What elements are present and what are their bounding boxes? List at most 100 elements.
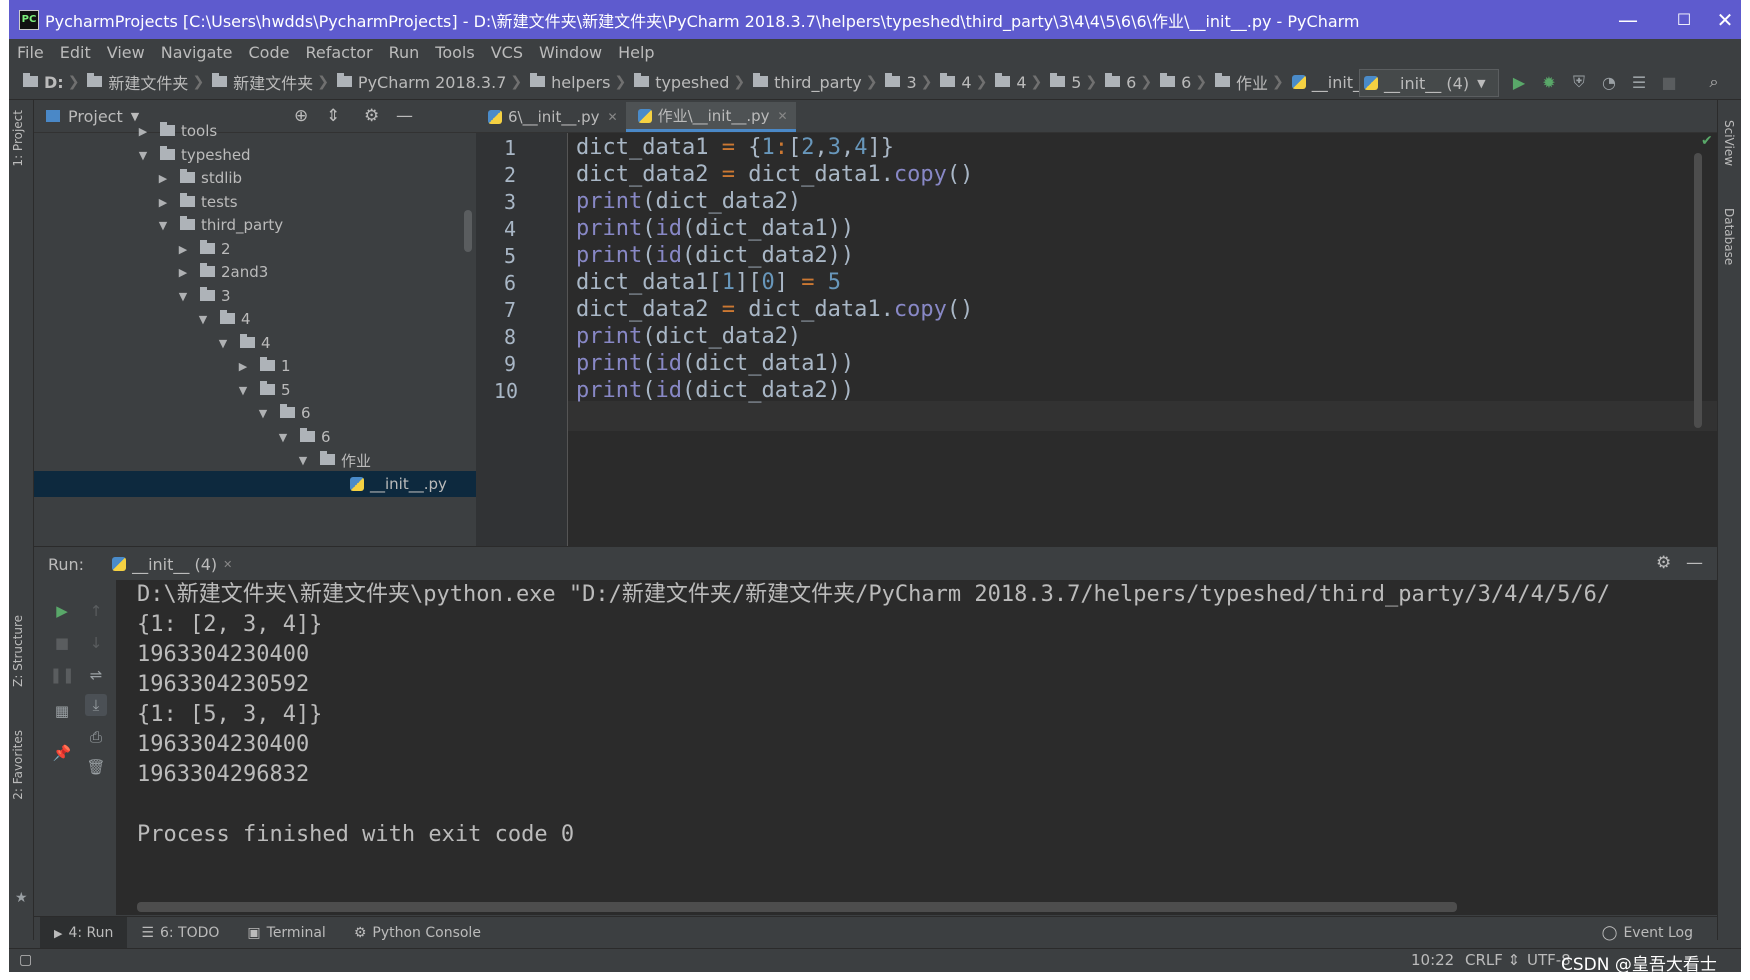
concurrency-icon[interactable]: ☰: [1629, 72, 1649, 92]
tree-item[interactable]: ▼ 作业: [296, 447, 371, 473]
up-arrow-icon[interactable]: ↑: [85, 600, 107, 622]
favorites-tool-tab[interactable]: 2: Favorites: [11, 730, 25, 800]
breadcrumb-item[interactable]: 新建文件夹: [208, 70, 313, 94]
run-console[interactable]: D:\新建文件夹\新建文件夹\python.exe "D:/新建文件夹/新建文件…: [117, 580, 1717, 915]
breadcrumb-item[interactable]: typeshed: [630, 72, 729, 92]
close-tab-icon[interactable]: ✕: [778, 109, 788, 123]
debug-icon[interactable]: ✹: [1539, 72, 1559, 92]
gear-icon[interactable]: ⚙: [364, 106, 379, 126]
breadcrumb-item[interactable]: helpers: [526, 72, 610, 92]
project-view-icon: [46, 110, 60, 122]
tree-item[interactable]: ▼ third_party: [156, 212, 283, 238]
breadcrumb-item[interactable]: D:: [19, 72, 64, 92]
project-tool-tab[interactable]: 1: Project: [11, 110, 25, 167]
gear-icon[interactable]: ⚙: [1656, 553, 1671, 573]
scroll-to-end-icon[interactable]: ⤓: [85, 694, 107, 716]
pause-icon[interactable]: ❚❚: [49, 664, 74, 686]
menu-refactor[interactable]: Refactor: [297, 43, 380, 62]
close-button[interactable]: ✕: [1709, 0, 1741, 39]
python-file-icon: [637, 108, 652, 123]
soft-wrap-icon[interactable]: ⇌: [85, 664, 107, 686]
collapse-arrow-icon: ▼: [218, 336, 228, 350]
down-arrow-icon[interactable]: ↓: [85, 632, 107, 654]
close-tab-icon[interactable]: ✕: [223, 558, 232, 571]
breadcrumb-item[interactable]: PyCharm 2018.3.7: [333, 72, 506, 92]
menu-help[interactable]: Help: [610, 43, 662, 62]
run-icon[interactable]: ▶: [1509, 72, 1529, 92]
project-scrollbar[interactable]: [464, 210, 472, 252]
search-icon[interactable]: ⌕: [1704, 72, 1724, 92]
run-toolbar: ▶ ↑ ■ ↓ ❚❚ ⇌ ⤓ ▦ ⎙ 📌 🗑: [34, 580, 117, 915]
collapse-all-icon[interactable]: ⇕: [326, 106, 340, 126]
tree-item-selected[interactable]: __init__.py: [34, 471, 476, 497]
tool-tab-run[interactable]: ▶ 4: Run: [40, 917, 128, 949]
line-number: 7: [503, 298, 516, 322]
rerun-icon[interactable]: ▶: [51, 600, 73, 622]
run-config-label: __init__ (4): [1384, 73, 1470, 93]
tool-tab-terminal[interactable]: ▣ Terminal: [233, 917, 339, 949]
code-editor[interactable]: 1 2 3 4 5 6 7 8 9 10 dict_data1 = {1:[2,…: [476, 133, 1717, 546]
line-number: 3: [503, 190, 516, 214]
menu-file[interactable]: File: [9, 43, 52, 62]
expand-arrow-icon: ▶: [158, 195, 168, 209]
coverage-icon[interactable]: ⛨: [1569, 72, 1589, 92]
profile-icon[interactable]: ◔: [1599, 72, 1619, 92]
menu-code[interactable]: Code: [241, 43, 298, 62]
minimize-button[interactable]: —: [1599, 0, 1657, 39]
event-log-tab[interactable]: ◯ Event Log: [1588, 917, 1707, 949]
project-panel-title[interactable]: Project: [68, 107, 123, 126]
run-panel-label: Run:: [48, 554, 85, 574]
editor-tab-active[interactable]: 作业\__init__.py ✕: [625, 102, 796, 132]
menu-vcs[interactable]: VCS: [483, 43, 531, 62]
breadcrumb-item[interactable]: 3: [881, 72, 917, 92]
breadcrumb-item[interactable]: 4: [991, 72, 1027, 92]
menu-navigate[interactable]: Navigate: [153, 43, 241, 62]
breadcrumb-item[interactable]: 5: [1046, 72, 1081, 92]
menu-run[interactable]: Run: [381, 43, 428, 62]
breadcrumb-item[interactable]: 新建文件夹: [83, 70, 188, 94]
editor-scrollbar[interactable]: [1694, 153, 1702, 428]
tree-item[interactable]: ▼ 4: [196, 306, 251, 332]
caret-position[interactable]: 10:22: [1411, 951, 1454, 969]
stop-icon[interactable]: ■: [1659, 72, 1679, 92]
menu-view[interactable]: View: [99, 43, 153, 62]
hide-icon[interactable]: —: [1686, 553, 1703, 573]
stop-icon[interactable]: ■: [51, 632, 73, 654]
breadcrumb-item[interactable]: 4: [936, 72, 972, 92]
locate-icon[interactable]: ⊕: [294, 106, 308, 126]
structure-tool-tab[interactable]: Z: Structure: [11, 615, 25, 687]
folder-icon: [200, 262, 215, 277]
tree-item[interactable]: ▶ tools: [136, 118, 217, 144]
maximize-button[interactable]: ☐: [1655, 0, 1713, 39]
menu-edit[interactable]: Edit: [52, 43, 99, 62]
breadcrumb-item[interactable]: 6: [1156, 72, 1191, 92]
pin-icon[interactable]: 📌: [51, 742, 73, 764]
database-tool-tab[interactable]: Database: [1722, 208, 1736, 265]
tree-item[interactable]: ▶ 1: [236, 353, 291, 379]
menu-tools[interactable]: Tools: [427, 43, 482, 62]
menu-window[interactable]: Window: [531, 43, 610, 62]
console-horizontal-scrollbar[interactable]: [137, 902, 1457, 912]
tool-tab-python-console[interactable]: ⚙ Python Console: [340, 917, 495, 949]
code-line: dict_data2 = dict_data1.copy(): [576, 297, 974, 322]
tree-item[interactable]: ▼ 6: [256, 400, 311, 426]
run-config-dropdown[interactable]: __init__ (4) ▼: [1359, 69, 1499, 97]
close-tab-icon[interactable]: ✕: [608, 110, 618, 124]
layout-icon[interactable]: ▦: [51, 700, 73, 722]
tree-item[interactable]: ▶ 2and3: [176, 259, 268, 285]
breadcrumb-item[interactable]: third_party: [749, 72, 862, 92]
toggle-tool-windows-icon[interactable]: ▢: [19, 952, 32, 968]
line-separator[interactable]: CRLF ⇕: [1465, 951, 1520, 969]
breadcrumb-item[interactable]: 作业: [1211, 70, 1268, 94]
print-icon[interactable]: ⎙: [85, 726, 107, 748]
breadcrumb-item[interactable]: 6: [1101, 72, 1136, 92]
hide-icon[interactable]: —: [396, 106, 413, 126]
console-line: D:\新建文件夹\新建文件夹\python.exe "D:/新建文件夹/新建文件…: [137, 582, 1611, 607]
tool-tab-todo[interactable]: ☰ 6: TODO: [127, 917, 233, 949]
editor-tab[interactable]: 6\__init__.py ✕: [476, 102, 626, 132]
trash-icon[interactable]: 🗑: [85, 756, 107, 778]
tree-item[interactable]: ▶ stdlib: [156, 165, 242, 191]
run-tab[interactable]: __init__ (4) ✕: [108, 555, 232, 574]
folder-icon: [23, 72, 38, 87]
sciview-tool-tab[interactable]: SciView: [1722, 120, 1736, 166]
